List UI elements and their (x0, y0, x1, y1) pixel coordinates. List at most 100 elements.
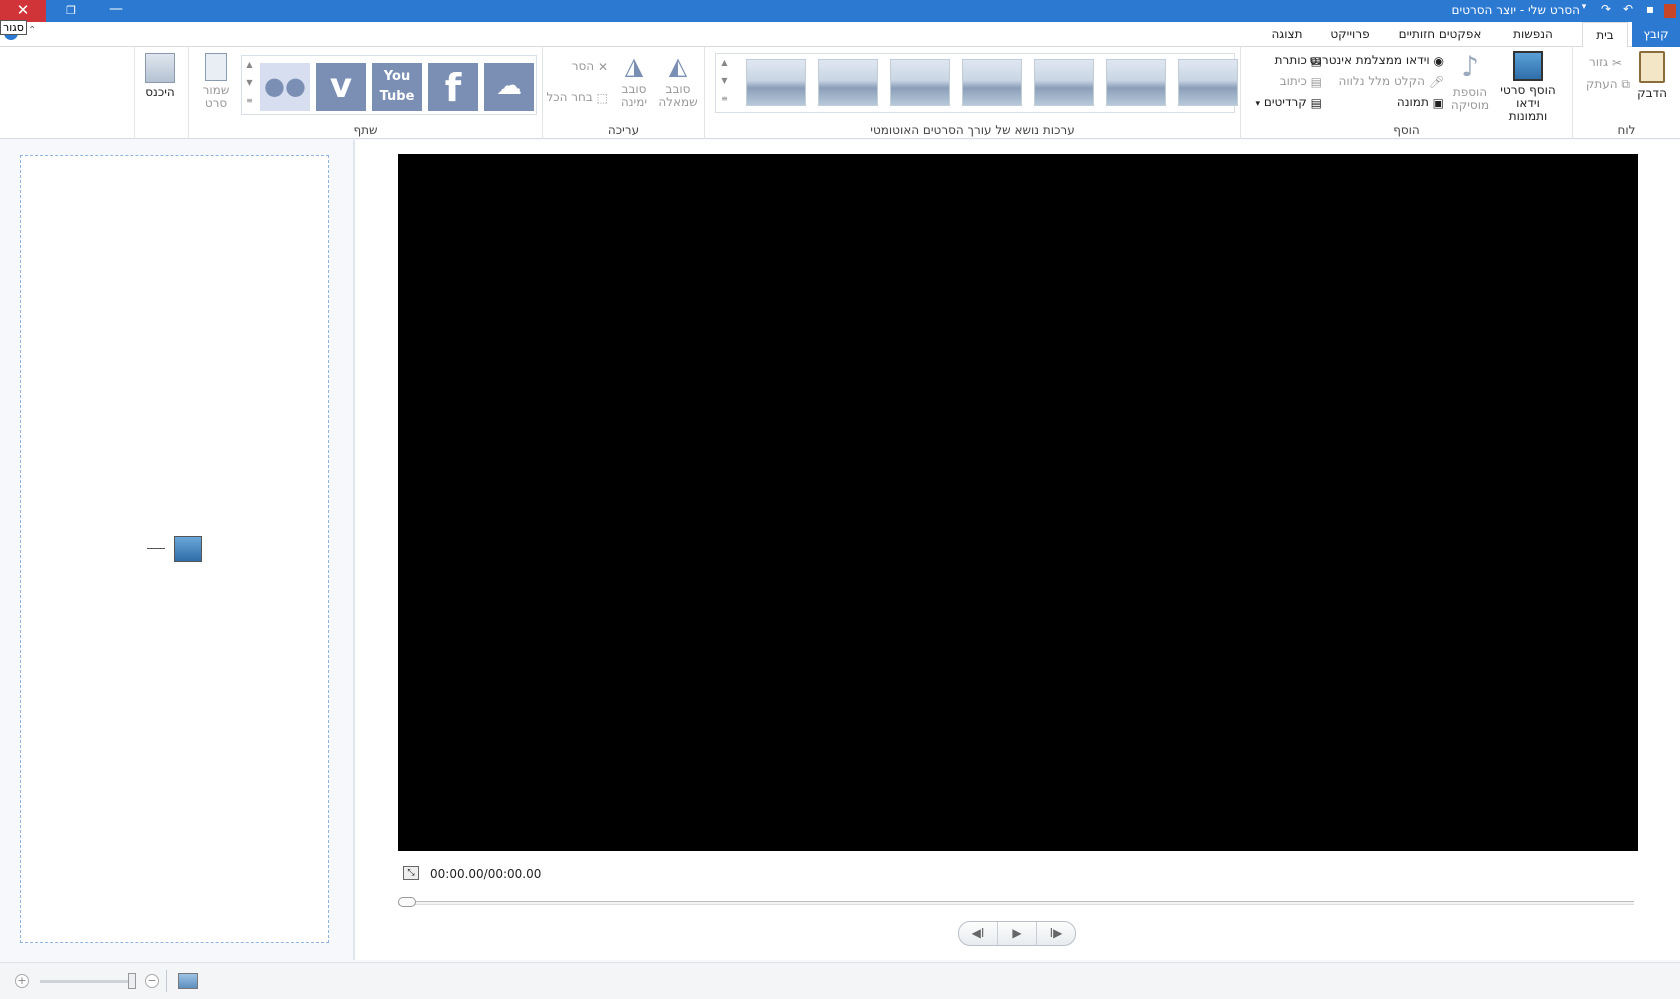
rotate-right-button[interactable]: ◮ סובב ימינה (614, 51, 654, 109)
signin-label: היכנס (145, 85, 175, 99)
add-group: הוסף סרטי וידאו ותמונות ♪ הוספת מוסיקה ◉… (1240, 47, 1572, 139)
snapshot-icon: ▣ (1432, 95, 1444, 110)
customize-qat-icon[interactable]: ▾ (1576, 2, 1592, 18)
tab-animations[interactable]: הנפשות (1498, 22, 1568, 47)
timecode: 00:00.00/00:00.00 (430, 867, 542, 881)
paste-label: הדבק (1637, 86, 1667, 100)
gallery-scroll-up[interactable]: ▲ (718, 56, 731, 70)
cut-button[interactable]: ✂ גזור (1589, 55, 1622, 70)
save-icon[interactable]: ▪ (1642, 2, 1658, 18)
select-all-label: בחר הכל (546, 90, 593, 104)
cut-label: גזור (1588, 55, 1609, 69)
thumbnail-size-icon[interactable] (178, 973, 198, 989)
title-label: כותרת (1274, 53, 1307, 67)
title-bar: ✕ ❐ — הסרט שלי - יוצר הסרטים ▪ ↶ ↷ ▾ (0, 0, 1680, 22)
copy-label: העתק (1585, 77, 1618, 91)
paste-button[interactable]: הדבק (1632, 51, 1672, 100)
close-button[interactable]: ✕ (0, 0, 46, 22)
minimize-button[interactable]: — (106, 0, 126, 22)
themes-group: ▲ ▼ ≡ ערכות נושא של עורך הסרטים האוטומטי (704, 47, 1240, 139)
redo-icon[interactable]: ↷ (1598, 2, 1614, 18)
remove-icon: ✕ (597, 59, 608, 74)
credits-label: קרדיטים (1263, 95, 1307, 109)
add-videos-photos-button[interactable]: הוסף סרטי וידאו ותמונות (1496, 51, 1560, 123)
chevron-up-icon[interactable]: ⌃ (28, 25, 36, 36)
add-music-button[interactable]: ♪ הוספת מוסיקה (1448, 51, 1492, 112)
quick-access-toolbar: ▪ ↶ ↷ ▾ (1576, 2, 1676, 18)
rotate-right-label: סובב ימינה (620, 82, 648, 109)
divider (166, 970, 167, 992)
record-narration-label: הקלט מלל נלווה (1338, 74, 1425, 88)
share-scroll-up[interactable]: ▲ (243, 58, 256, 72)
webcam-video-button[interactable]: ◉ וידאו ממצלמת אינטרנט (1309, 53, 1444, 68)
storyboard-pane[interactable] (20, 155, 329, 943)
remove-button[interactable]: ✕ הסר (572, 59, 608, 74)
tab-home[interactable]: בית (1582, 22, 1628, 48)
rotate-right-icon: ◮ (624, 52, 644, 80)
remove-label: הסר (571, 59, 595, 73)
vimeo-icon[interactable]: v (316, 63, 366, 111)
dropdown-arrow-icon: ▾ (1255, 99, 1261, 109)
gallery-expand[interactable]: ≡ (718, 92, 731, 106)
zoom-slider-thumb[interactable] (128, 973, 136, 989)
zoom-out-button[interactable]: − (145, 974, 159, 988)
tab-project[interactable]: פרוייקט (1320, 22, 1380, 47)
window-title: הסרט שלי - יוצר הסרטים (1451, 3, 1580, 17)
zoom-slider[interactable] (40, 980, 134, 983)
theme-thumb-6[interactable] (1106, 59, 1166, 106)
video-preview[interactable] (398, 154, 1638, 851)
theme-thumb-2[interactable] (818, 59, 878, 106)
credits-button[interactable]: ▤ קרדיטים ▾ (1256, 95, 1322, 110)
ribbon-tabs: ? ⌃ קובץ בית הנפשות אפקטים חזותיים פרויי… (0, 22, 1680, 48)
webcam-icon: ◉ (1433, 53, 1444, 68)
theme-thumb-1[interactable] (746, 59, 806, 106)
gallery-scroll-down[interactable]: ▼ (718, 74, 731, 88)
zoom-in-button[interactable]: + (15, 974, 29, 988)
select-all-button[interactable]: ⬚ בחר הכל (546, 90, 608, 105)
rotate-left-button[interactable]: ◭ סובב שמאלה (656, 51, 700, 109)
youtube-icon[interactable]: You Tube (372, 63, 422, 111)
microphone-icon: 🎤︎ (1428, 74, 1444, 89)
tab-file[interactable]: קובץ (1632, 22, 1680, 47)
app-menu-icon[interactable] (1664, 4, 1676, 18)
close-tooltip: סגור (0, 20, 27, 35)
record-narration-button[interactable]: 🎤︎ הקלט מלל נלווה (1339, 74, 1444, 89)
caption-button[interactable]: ▤ כיתוב (1280, 74, 1322, 89)
flickr-icon[interactable]: ●● (260, 63, 310, 111)
status-bar: + − (0, 962, 1680, 999)
copy-icon: ⧉ (1621, 77, 1630, 91)
next-frame-button[interactable]: I▶ (1037, 922, 1075, 945)
restore-button[interactable]: ❐ (62, 0, 80, 22)
seek-bar[interactable] (398, 901, 1634, 905)
title-button[interactable]: ▤ כותרת (1275, 53, 1322, 68)
copy-button[interactable]: ⧉ העתק (1586, 77, 1630, 92)
play-button[interactable]: ▶ (998, 922, 1037, 945)
theme-thumb-4[interactable] (962, 59, 1022, 106)
rotate-left-icon: ◭ (668, 52, 688, 80)
onedrive-icon[interactable]: ☁ (484, 63, 534, 111)
share-gallery: ☁ f You Tube v ●● ▲ ▼ ≡ (241, 55, 537, 115)
previous-frame-button[interactable]: ◀I (959, 922, 998, 945)
undo-icon[interactable]: ↶ (1620, 2, 1636, 18)
music-note-icon: ♪ (1461, 50, 1479, 83)
theme-thumb-3[interactable] (890, 59, 950, 106)
fullscreen-icon[interactable]: ⤡ (403, 866, 419, 880)
theme-thumb-7[interactable] (1178, 59, 1238, 106)
snapshot-button[interactable]: ▣ תמונה (1397, 95, 1444, 110)
share-scroll-down[interactable]: ▼ (243, 76, 256, 90)
add-media-placeholder-icon[interactable] (174, 536, 202, 562)
seek-thumb[interactable] (398, 897, 416, 907)
clipboard-icon (1639, 51, 1665, 83)
save-movie-button[interactable]: שמור סרט (196, 53, 236, 110)
tab-view[interactable]: תצוגה (1262, 22, 1312, 47)
theme-thumb-5[interactable] (1034, 59, 1094, 106)
themes-gallery: ▲ ▼ ≡ (715, 53, 1238, 113)
select-all-icon: ⬚ (596, 90, 608, 105)
share-expand[interactable]: ≡ (243, 94, 256, 108)
signin-button[interactable]: היכנס (140, 53, 180, 99)
caption-icon: ▤ (1310, 74, 1322, 89)
caption-label: כיתוב (1279, 74, 1307, 88)
facebook-icon[interactable]: f (428, 63, 478, 111)
ribbon: הדבק ✂ גזור ⧉ העתק לוח הוסף סרטי וידאו ו… (0, 47, 1680, 139)
tab-visual-effects[interactable]: אפקטים חזותיים (1390, 22, 1490, 47)
